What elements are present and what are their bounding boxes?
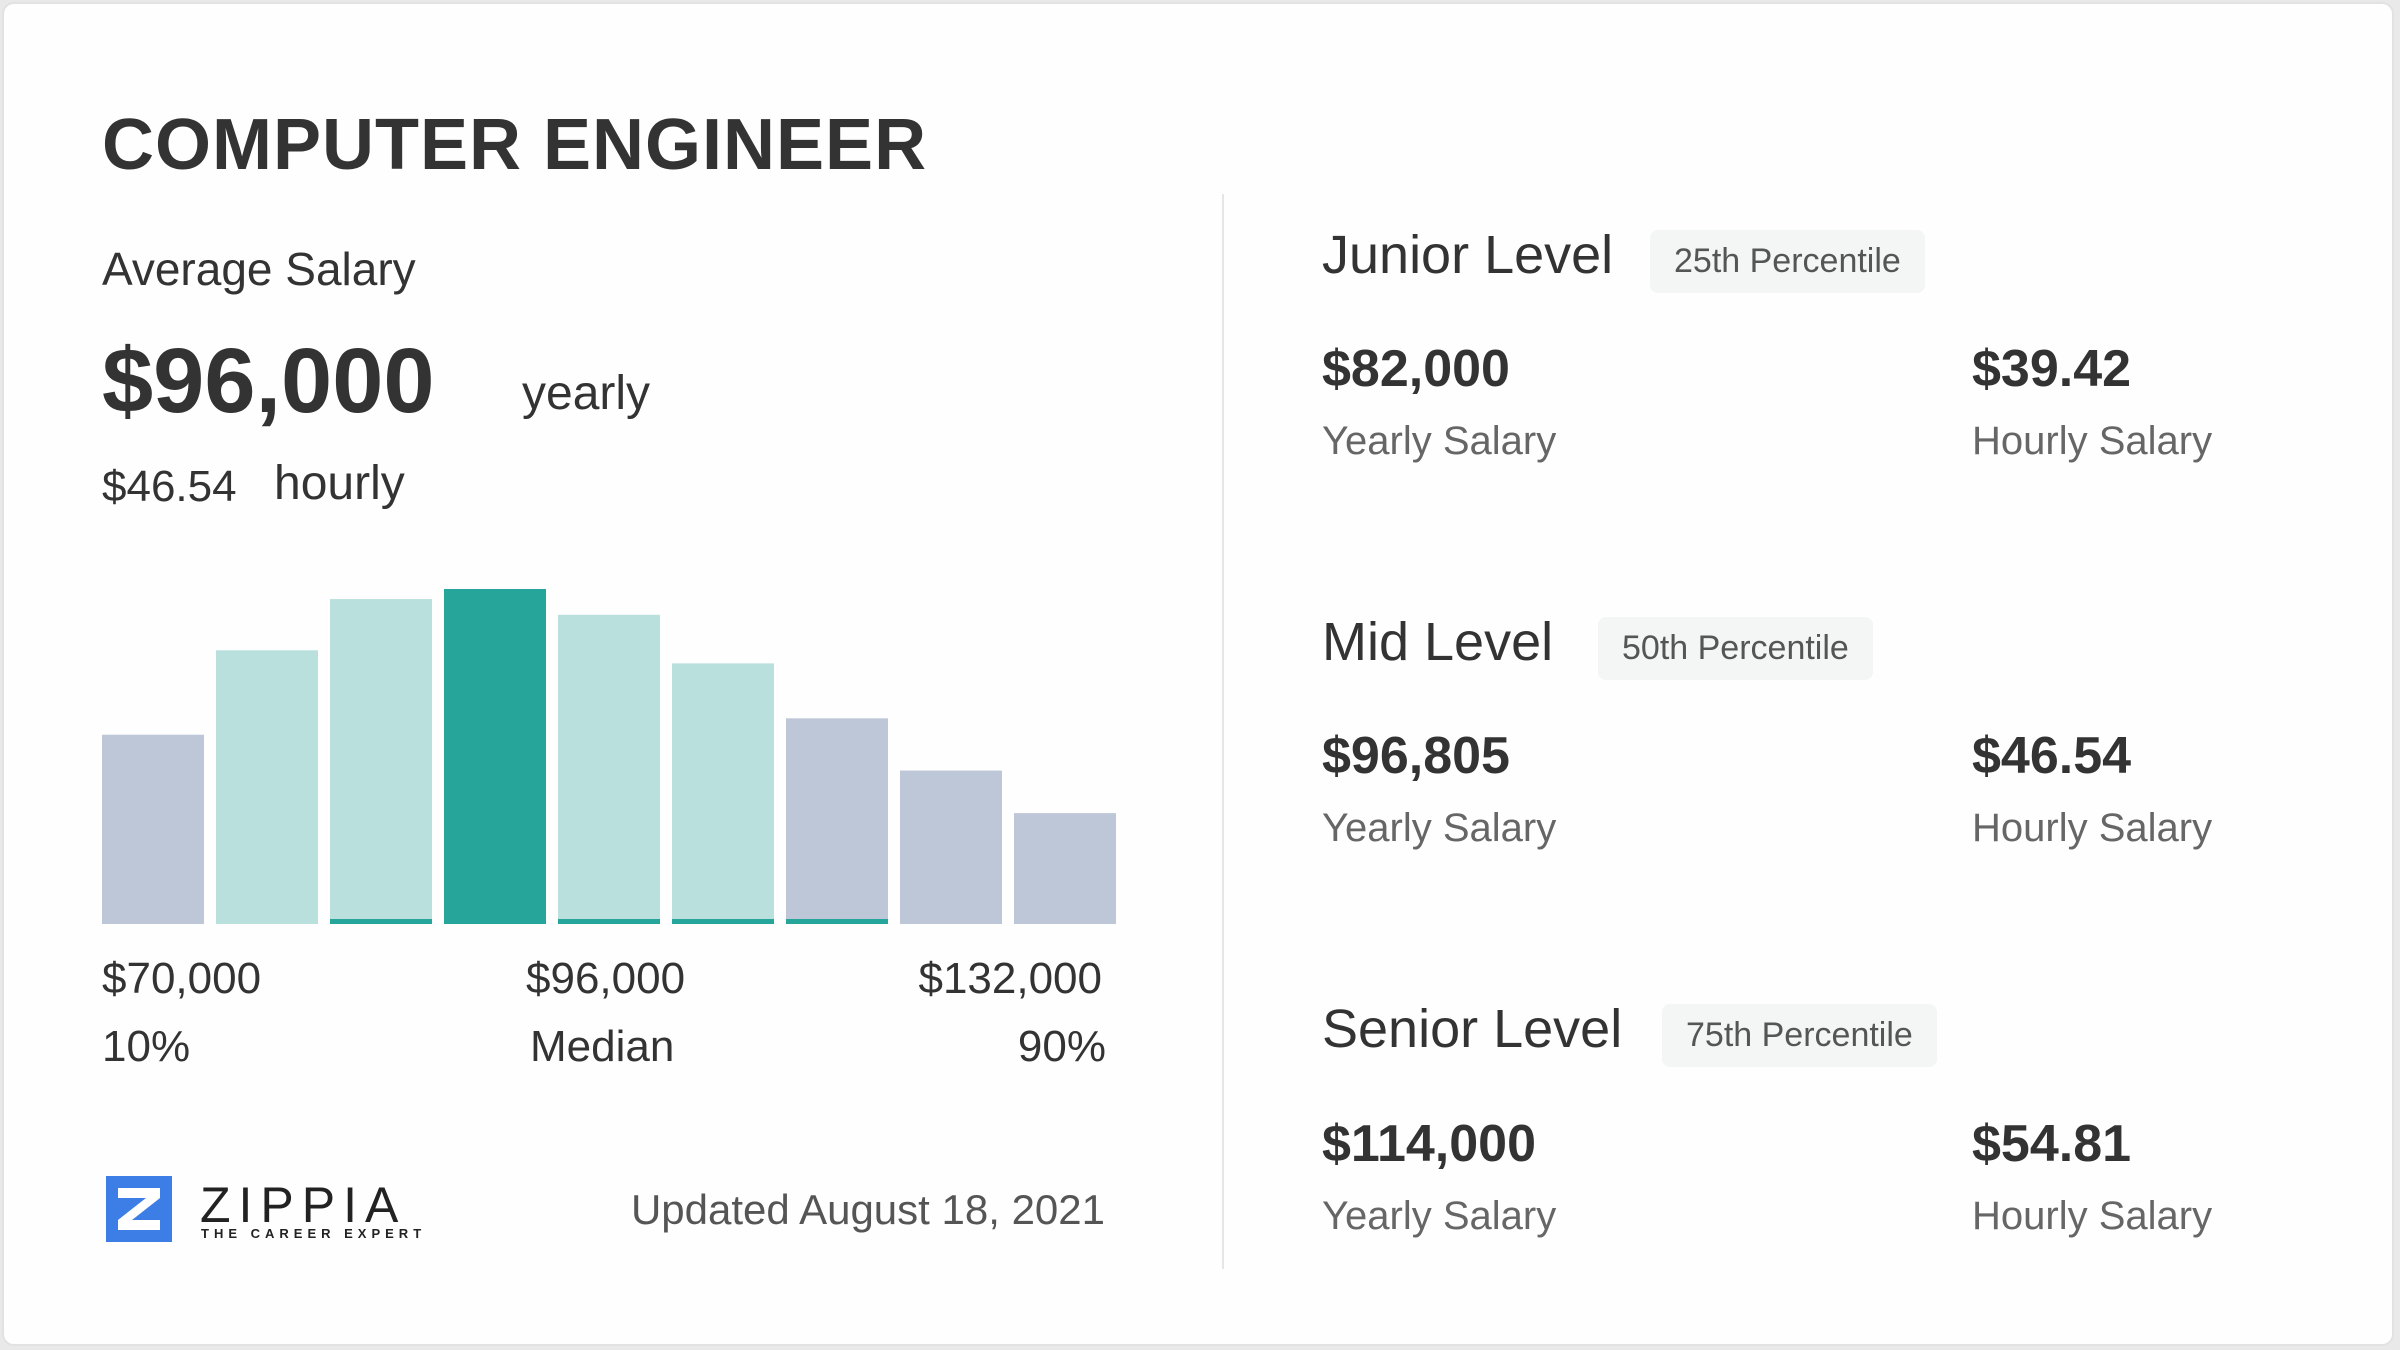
- updated-date: Updated August 18, 2021: [630, 1186, 1105, 1233]
- percentile-badge-mid: 50th Percentile: [1598, 617, 1873, 680]
- bar-3: [330, 599, 432, 924]
- zippia-logo-icon: [106, 1176, 172, 1242]
- bar-8: [900, 770, 1002, 924]
- level-title-senior: Senior Level: [1322, 999, 1623, 1059]
- bar-1: [102, 734, 204, 924]
- bar-3-accent-line: [330, 919, 432, 924]
- yearly-salary-junior: $82,000: [1322, 340, 1510, 398]
- axis-caption-median: Median: [530, 1022, 675, 1071]
- axis-caption-high: 90%: [1017, 1022, 1106, 1071]
- percentile-badge-junior: 25th Percentile: [1650, 230, 1925, 293]
- hourly-label-mid: Hourly Salary: [1972, 806, 2213, 850]
- hourly-salary-senior: $54.81: [1972, 1115, 2132, 1173]
- bar-7-accent-line: [786, 919, 888, 924]
- bar-6-accent-line: [672, 919, 774, 924]
- axis-caption-low: 10%: [102, 1022, 191, 1071]
- bar-4: [444, 589, 546, 924]
- hourly-label-junior: Hourly Salary: [1972, 419, 2213, 463]
- hourly-unit-label: hourly: [274, 457, 405, 510]
- yearly-label-mid: Yearly Salary: [1322, 806, 1557, 850]
- column-divider: [1222, 194, 1224, 1269]
- brand-tagline: THE CAREER EXPERT: [201, 1226, 427, 1241]
- yearly-unit-label: yearly: [522, 367, 651, 420]
- axis-value-median: $96,000: [526, 954, 686, 1003]
- yearly-label-junior: Yearly Salary: [1322, 419, 1557, 463]
- yearly-salary-mid: $96,805: [1322, 727, 1510, 785]
- bar-6: [672, 663, 774, 924]
- salary-distribution-chart: [102, 589, 1116, 924]
- level-title-junior: Junior Level: [1322, 225, 1614, 285]
- bar-5-accent-line: [558, 919, 660, 924]
- bar-2: [216, 650, 318, 924]
- hourly-salary-mid: $46.54: [1972, 727, 2132, 785]
- hourly-label-senior: Hourly Salary: [1972, 1194, 2213, 1238]
- salary-card: COMPUTER ENGINEER Average Salary $96,000…: [2, 2, 2394, 1346]
- average-yearly-salary: $96,000: [102, 330, 435, 432]
- average-hourly-salary: $46.54: [102, 462, 237, 511]
- level-title-mid: Mid Level: [1322, 612, 1554, 672]
- job-title: COMPUTER ENGINEER: [102, 105, 928, 185]
- hourly-salary-junior: $39.42: [1972, 340, 2132, 398]
- yearly-salary-senior: $114,000: [1322, 1115, 1537, 1173]
- axis-value-high: $132,000: [918, 954, 1102, 1003]
- yearly-label-senior: Yearly Salary: [1322, 1194, 1557, 1238]
- bar-9: [1014, 813, 1116, 924]
- bar-7: [786, 718, 888, 924]
- average-salary-label: Average Salary: [102, 243, 416, 295]
- percentile-badge-senior: 75th Percentile: [1662, 1004, 1937, 1067]
- bar-5: [558, 614, 660, 924]
- axis-value-low: $70,000: [102, 954, 262, 1003]
